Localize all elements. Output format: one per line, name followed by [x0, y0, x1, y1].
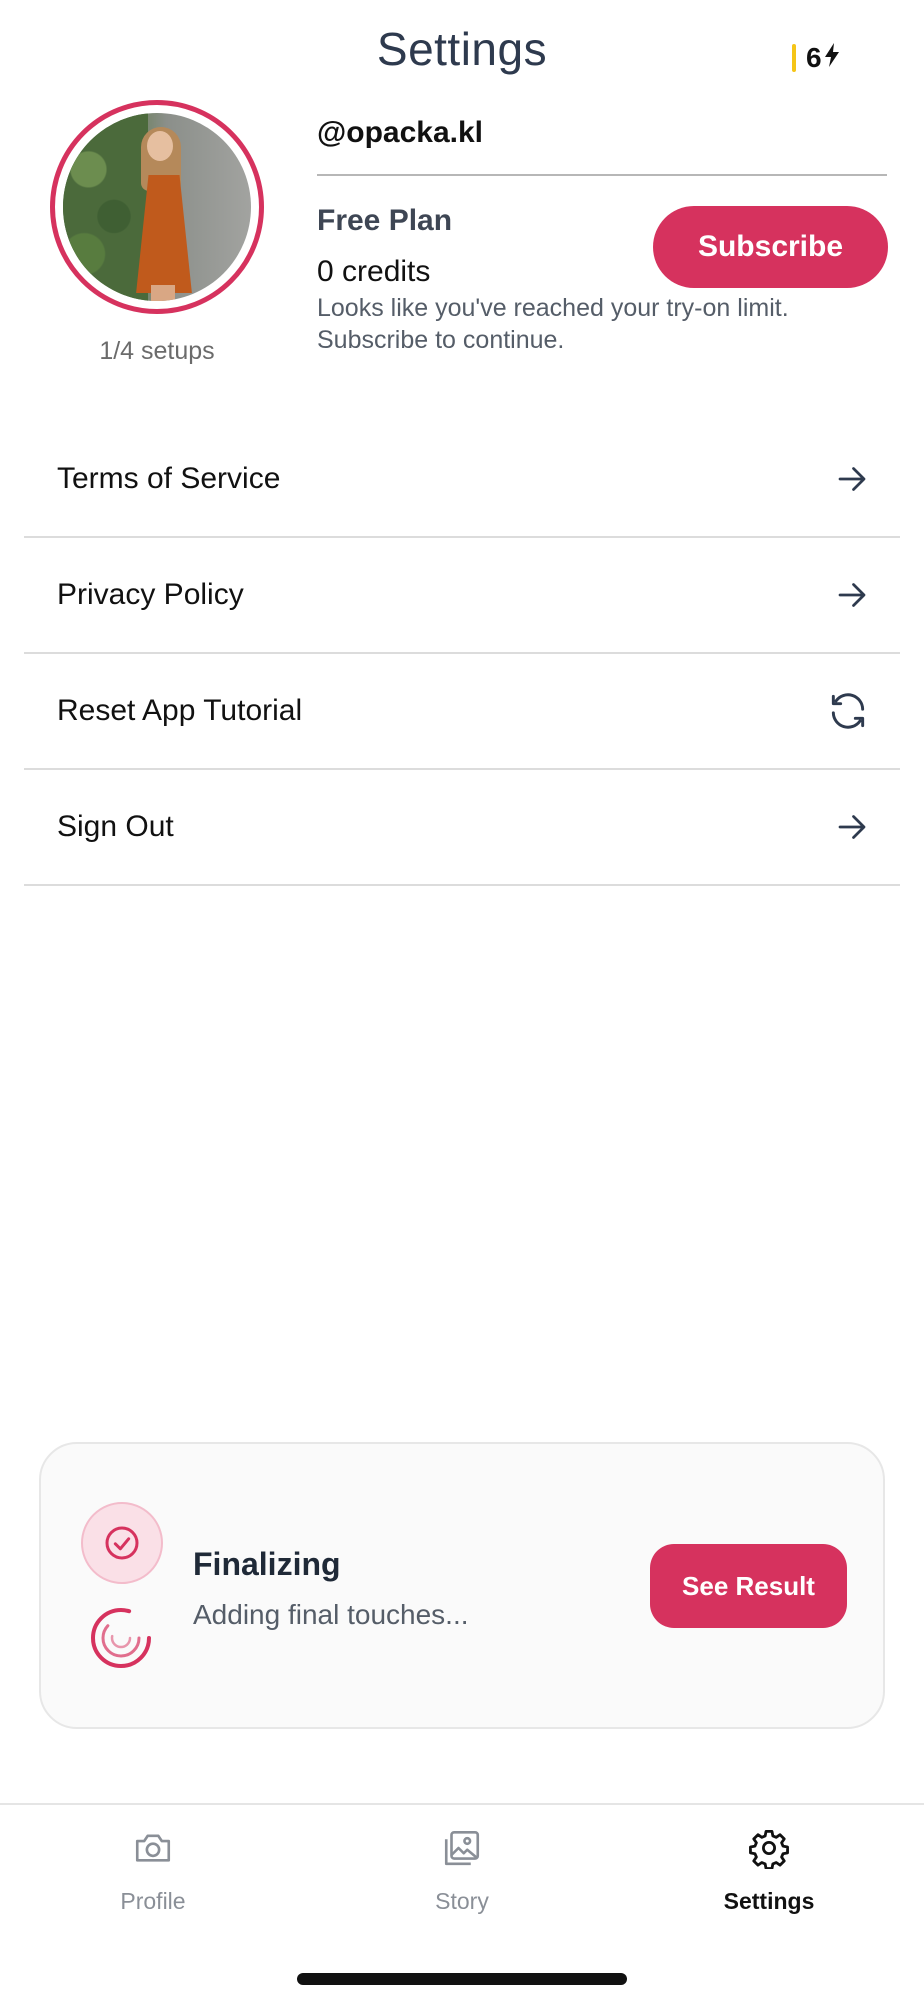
arrow-right-icon	[834, 809, 870, 845]
menu-item-sign-out[interactable]: Sign Out	[24, 770, 900, 886]
tab-label: Story	[435, 1888, 489, 1914]
credit-bar	[792, 44, 796, 72]
credit-count: 6	[806, 42, 822, 73]
credits-count: 0 credits	[317, 255, 431, 288]
gear-icon	[748, 1827, 790, 1874]
home-indicator	[297, 1973, 627, 1985]
plan-name: Free Plan	[317, 204, 453, 237]
avatar[interactable]	[50, 100, 264, 314]
tab-profile[interactable]: Profile	[53, 1827, 253, 1915]
toast-subtitle: Adding final touches...	[193, 1599, 469, 1630]
check-icon	[81, 1502, 163, 1584]
refresh-icon	[826, 689, 870, 733]
camera-icon	[132, 1827, 174, 1874]
toast-title: Finalizing	[193, 1546, 341, 1582]
tab-label: Settings	[723, 1888, 815, 1914]
tab-bar: Profile Story Settings	[0, 1803, 924, 2000]
limit-message: Looks like you've reached your try-on li…	[317, 294, 789, 354]
loading-spinner-icon	[89, 1606, 153, 1670]
menu-item-reset-tutorial[interactable]: Reset App Tutorial	[24, 654, 900, 770]
avatar-photo	[63, 113, 251, 301]
menu-item-label: Sign Out	[57, 810, 174, 843]
page-title: Settings	[376, 23, 548, 75]
subscribe-button[interactable]: Subscribe	[653, 206, 888, 288]
bolt-icon	[824, 42, 840, 74]
menu-item-label: Reset App Tutorial	[57, 694, 303, 727]
username: @opacka.kl	[317, 116, 483, 149]
credit-badge[interactable]: 6	[792, 42, 840, 74]
gallery-icon	[441, 1827, 483, 1874]
menu-item-privacy[interactable]: Privacy Policy	[24, 538, 900, 654]
tab-label: Profile	[120, 1888, 186, 1914]
divider	[317, 174, 887, 176]
menu-item-label: Privacy Policy	[57, 578, 244, 611]
progress-toast: Finalizing Adding final touches... See R…	[39, 1442, 885, 1729]
tab-story[interactable]: Story	[362, 1827, 562, 1915]
tab-settings[interactable]: Settings	[669, 1827, 869, 1915]
menu-item-label: Terms of Service	[57, 462, 281, 495]
setups-count: 1/4 setups	[99, 337, 215, 365]
see-result-button[interactable]: See Result	[650, 1544, 847, 1628]
arrow-right-icon	[834, 577, 870, 613]
arrow-right-icon	[834, 461, 870, 497]
settings-menu: Terms of Service Privacy Policy Reset Ap…	[24, 422, 900, 886]
menu-item-terms[interactable]: Terms of Service	[24, 422, 900, 538]
